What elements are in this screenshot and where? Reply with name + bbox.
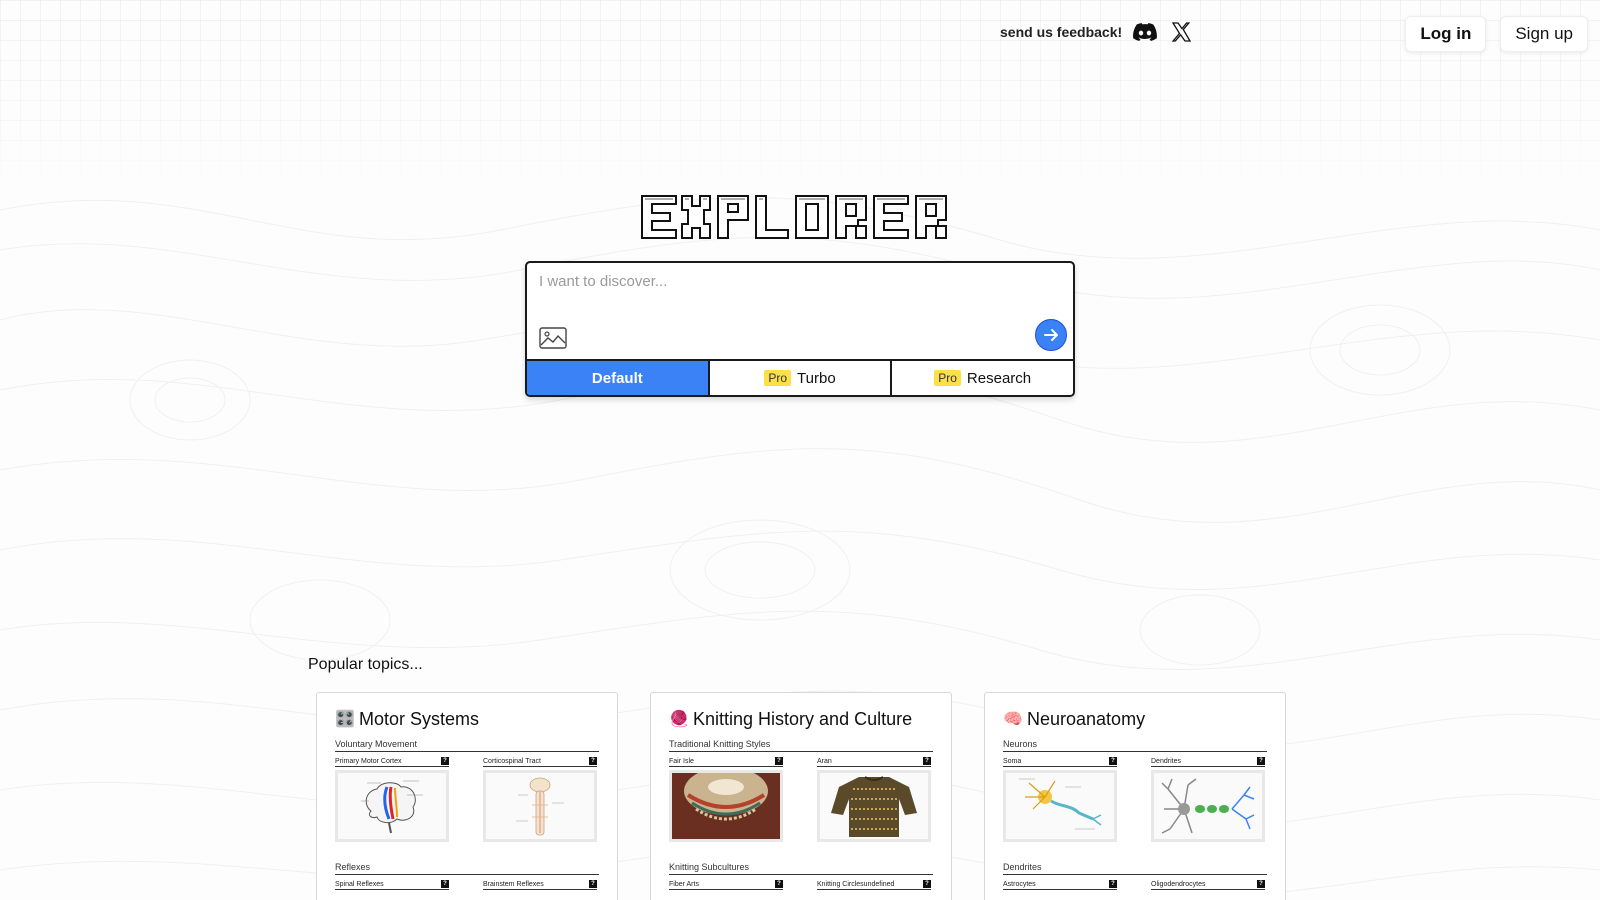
subtopic[interactable]: Astrocytes? xyxy=(1003,880,1117,890)
signup-button[interactable]: Sign up xyxy=(1500,16,1588,52)
help-icon[interactable]: ? xyxy=(775,880,783,888)
subtopic[interactable]: Fiber Arts? xyxy=(669,880,783,890)
mode-research[interactable]: Pro Research xyxy=(890,361,1073,395)
search-box: Default Pro Turbo Pro Research xyxy=(525,261,1075,397)
section-title: Voluntary Movement xyxy=(335,739,599,752)
search-input[interactable] xyxy=(539,273,1049,313)
subtopic[interactable]: Brainstem Reflexes? xyxy=(483,880,597,890)
topic-cards: 🎛️ Motor Systems Voluntary Movement Prim… xyxy=(316,692,1286,900)
card-emoji: 🧠 xyxy=(1003,711,1023,728)
section-title: Traditional Knitting Styles xyxy=(669,739,933,752)
subtopic-label: Aran xyxy=(817,757,832,765)
subtopic-label: Primary Motor Cortex xyxy=(335,757,402,765)
subtopic-label: Spinal Reflexes xyxy=(335,880,384,888)
pro-badge: Pro xyxy=(934,370,961,386)
subtopic[interactable]: Corticospinal Tract? xyxy=(483,757,597,842)
subtopic-label: Fair Isle xyxy=(669,757,694,765)
discord-icon[interactable] xyxy=(1132,19,1158,45)
mode-label: Research xyxy=(966,369,1032,387)
login-button[interactable]: Log in xyxy=(1405,16,1487,52)
subtopic[interactable]: Oligodendrocytes? xyxy=(1151,880,1265,890)
subtopic-label: Soma xyxy=(1003,757,1022,765)
x-logo-icon[interactable] xyxy=(1168,19,1194,45)
help-icon[interactable]: ? xyxy=(441,880,449,888)
subtopic[interactable]: Knitting Circlesundefined? xyxy=(817,880,931,890)
card-emoji: 🧶 xyxy=(669,711,689,728)
section-title: Reflexes xyxy=(335,862,599,875)
subtopic[interactable]: Aran? xyxy=(817,757,931,842)
section-title: Knitting Subcultures xyxy=(669,862,933,875)
help-icon[interactable]: ? xyxy=(775,757,783,765)
explorer-logo xyxy=(641,195,947,239)
topic-card-knitting[interactable]: 🧶 Knitting History and Culture Tradition… xyxy=(650,692,952,900)
topic-card-neuroanatomy[interactable]: 🧠 Neuroanatomy Neurons Soma? Dendrites ?… xyxy=(984,692,1286,900)
subtopic-label: Astrocytes xyxy=(1003,880,1036,888)
feedback-area: send us feedback! xyxy=(1000,20,1194,44)
help-icon[interactable]: ? xyxy=(1109,880,1117,888)
dendrites-image xyxy=(1151,770,1265,842)
subtopic-label: Brainstem Reflexes xyxy=(483,880,544,888)
help-icon[interactable]: ? xyxy=(1257,757,1265,765)
mode-selector: Default Pro Turbo Pro Research xyxy=(527,359,1073,395)
feedback-link[interactable]: send us feedback! xyxy=(1000,24,1122,40)
help-icon[interactable]: ? xyxy=(1109,757,1117,765)
fair-isle-sweater-image xyxy=(669,770,783,842)
subtopic-label: Oligodendrocytes xyxy=(1151,880,1206,888)
submit-button[interactable] xyxy=(1035,319,1067,351)
mode-label: Turbo xyxy=(797,369,836,387)
subtopic[interactable]: Fair Isle? xyxy=(669,757,783,842)
image-upload-icon[interactable] xyxy=(539,327,569,351)
card-title-text: Neuroanatomy xyxy=(1027,708,1146,729)
subtopic[interactable]: Soma? xyxy=(1003,757,1117,842)
subtopic-row: Primary Motor Cortex? Corticospinal Trac… xyxy=(335,757,599,842)
card-emoji: 🎛️ xyxy=(335,711,355,728)
subtopic-label: Fiber Arts xyxy=(669,880,699,888)
card-title-text: Motor Systems xyxy=(359,708,480,729)
section-title: Dendrites xyxy=(1003,862,1267,875)
subtopic-row: Astrocytes? Oligodendrocytes? xyxy=(1003,880,1267,890)
subtopic-row: Spinal Reflexes? Brainstem Reflexes? xyxy=(335,880,599,890)
subtopic[interactable]: Primary Motor Cortex? xyxy=(335,757,449,842)
arrow-right-icon xyxy=(1044,329,1058,341)
help-icon[interactable]: ? xyxy=(923,880,931,888)
card-title: 🎛️ Motor Systems xyxy=(335,707,599,731)
help-icon[interactable]: ? xyxy=(441,757,449,765)
spinal-tract-image xyxy=(483,770,597,842)
subtopic-label: Corticospinal Tract xyxy=(483,757,541,765)
mode-turbo[interactable]: Pro Turbo xyxy=(707,361,891,395)
subtopic[interactable]: Spinal Reflexes? xyxy=(335,880,449,890)
subtopic[interactable]: Dendrites? xyxy=(1151,757,1265,842)
help-icon[interactable]: ? xyxy=(923,757,931,765)
auth-buttons: Log in Sign up xyxy=(1405,16,1588,52)
card-title-text: Knitting History and Culture xyxy=(693,708,913,729)
help-icon[interactable]: ? xyxy=(589,880,597,888)
aran-sweater-image xyxy=(817,770,931,842)
mode-default[interactable]: Default xyxy=(527,361,708,395)
subtopic-label: Knitting Circlesundefined xyxy=(817,880,895,888)
subtopic-label: Dendrites xyxy=(1151,757,1181,765)
pro-badge: Pro xyxy=(764,370,792,386)
subtopic-row: Fair Isle? Aran? xyxy=(669,757,933,842)
card-title: 🧠 Neuroanatomy xyxy=(1003,707,1267,731)
subtopic-row: Soma? Dendrites? xyxy=(1003,757,1267,842)
mode-label: Default xyxy=(591,369,643,387)
section-title: Neurons xyxy=(1003,739,1267,752)
help-icon[interactable]: ? xyxy=(589,757,597,765)
topic-card-motor-systems[interactable]: 🎛️ Motor Systems Voluntary Movement Prim… xyxy=(316,692,618,900)
popular-topics-heading: Popular topics... xyxy=(308,656,423,673)
subtopic-row: Fiber Arts? Knitting Circlesundefined? xyxy=(669,880,933,890)
card-title: 🧶 Knitting History and Culture xyxy=(669,707,933,731)
neuron-soma-image xyxy=(1003,770,1117,842)
help-icon[interactable]: ? xyxy=(1257,880,1265,888)
brain-diagram-image xyxy=(335,770,449,842)
